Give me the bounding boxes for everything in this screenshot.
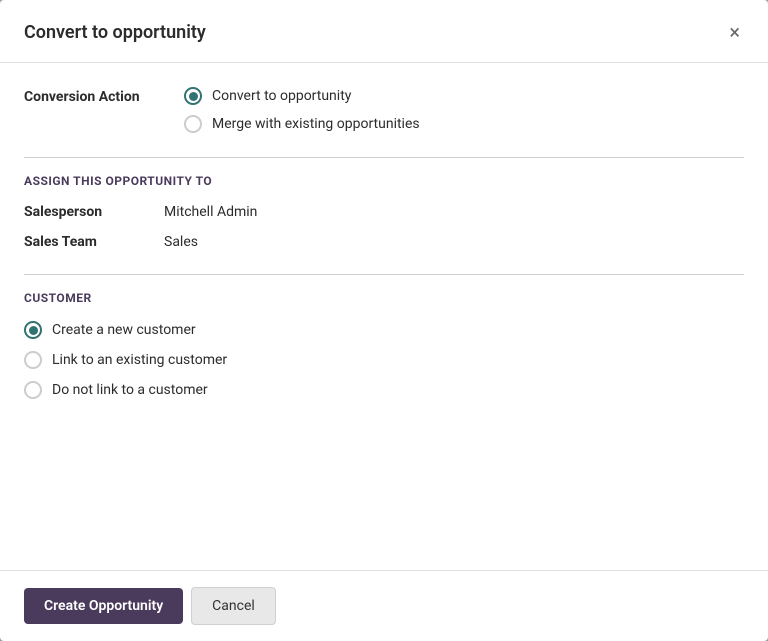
modal-title: Convert to opportunity [24, 22, 206, 43]
modal-body: Conversion Action Convert to opportunity… [0, 63, 768, 570]
convert-to-opportunity-modal: Convert to opportunity × Conversion Acti… [0, 0, 768, 641]
customer-section: CUSTOMER Create a new customer Link to a… [24, 274, 744, 399]
close-button[interactable]: × [725, 18, 744, 46]
conversion-action-label: Conversion Action [24, 87, 184, 105]
assign-divider [24, 157, 744, 158]
no-customer-option[interactable]: Do not link to a customer [24, 381, 744, 399]
merge-with-existing-option[interactable]: Merge with existing opportunities [184, 115, 420, 133]
assign-section-title: ASSIGN THIS OPPORTUNITY TO [24, 174, 744, 188]
merge-with-existing-label: Merge with existing opportunities [212, 116, 420, 132]
sales-team-value: Sales [164, 234, 198, 250]
sales-team-label: Sales Team [24, 234, 164, 250]
create-new-customer-option[interactable]: Create a new customer [24, 321, 744, 339]
merge-with-existing-radio[interactable] [184, 115, 202, 133]
create-new-customer-label: Create a new customer [52, 322, 196, 338]
convert-to-opportunity-radio[interactable] [184, 87, 202, 105]
modal-overlay: Convert to opportunity × Conversion Acti… [0, 0, 768, 641]
no-customer-label: Do not link to a customer [52, 382, 208, 398]
create-opportunity-button[interactable]: Create Opportunity [24, 588, 183, 624]
link-existing-customer-radio[interactable] [24, 351, 42, 369]
link-existing-customer-option[interactable]: Link to an existing customer [24, 351, 744, 369]
cancel-button[interactable]: Cancel [191, 587, 276, 625]
customer-radio-group: Create a new customer Link to an existin… [24, 321, 744, 399]
conversion-action-section: Conversion Action Convert to opportunity… [24, 87, 744, 133]
salesperson-row: Salesperson Mitchell Admin [24, 204, 744, 220]
conversion-action-radio-group: Convert to opportunity Merge with existi… [184, 87, 420, 133]
customer-divider [24, 274, 744, 275]
no-customer-radio[interactable] [24, 381, 42, 399]
modal-footer: Create Opportunity Cancel [0, 570, 768, 641]
modal-header: Convert to opportunity × [0, 0, 768, 63]
convert-to-opportunity-option[interactable]: Convert to opportunity [184, 87, 420, 105]
salesperson-value: Mitchell Admin [164, 204, 257, 220]
convert-to-opportunity-label: Convert to opportunity [212, 88, 351, 104]
create-new-customer-radio[interactable] [24, 321, 42, 339]
assign-section: ASSIGN THIS OPPORTUNITY TO Salesperson M… [24, 157, 744, 250]
sales-team-row: Sales Team Sales [24, 234, 744, 250]
link-existing-customer-label: Link to an existing customer [52, 352, 227, 368]
customer-section-title: CUSTOMER [24, 291, 744, 305]
salesperson-label: Salesperson [24, 204, 164, 220]
